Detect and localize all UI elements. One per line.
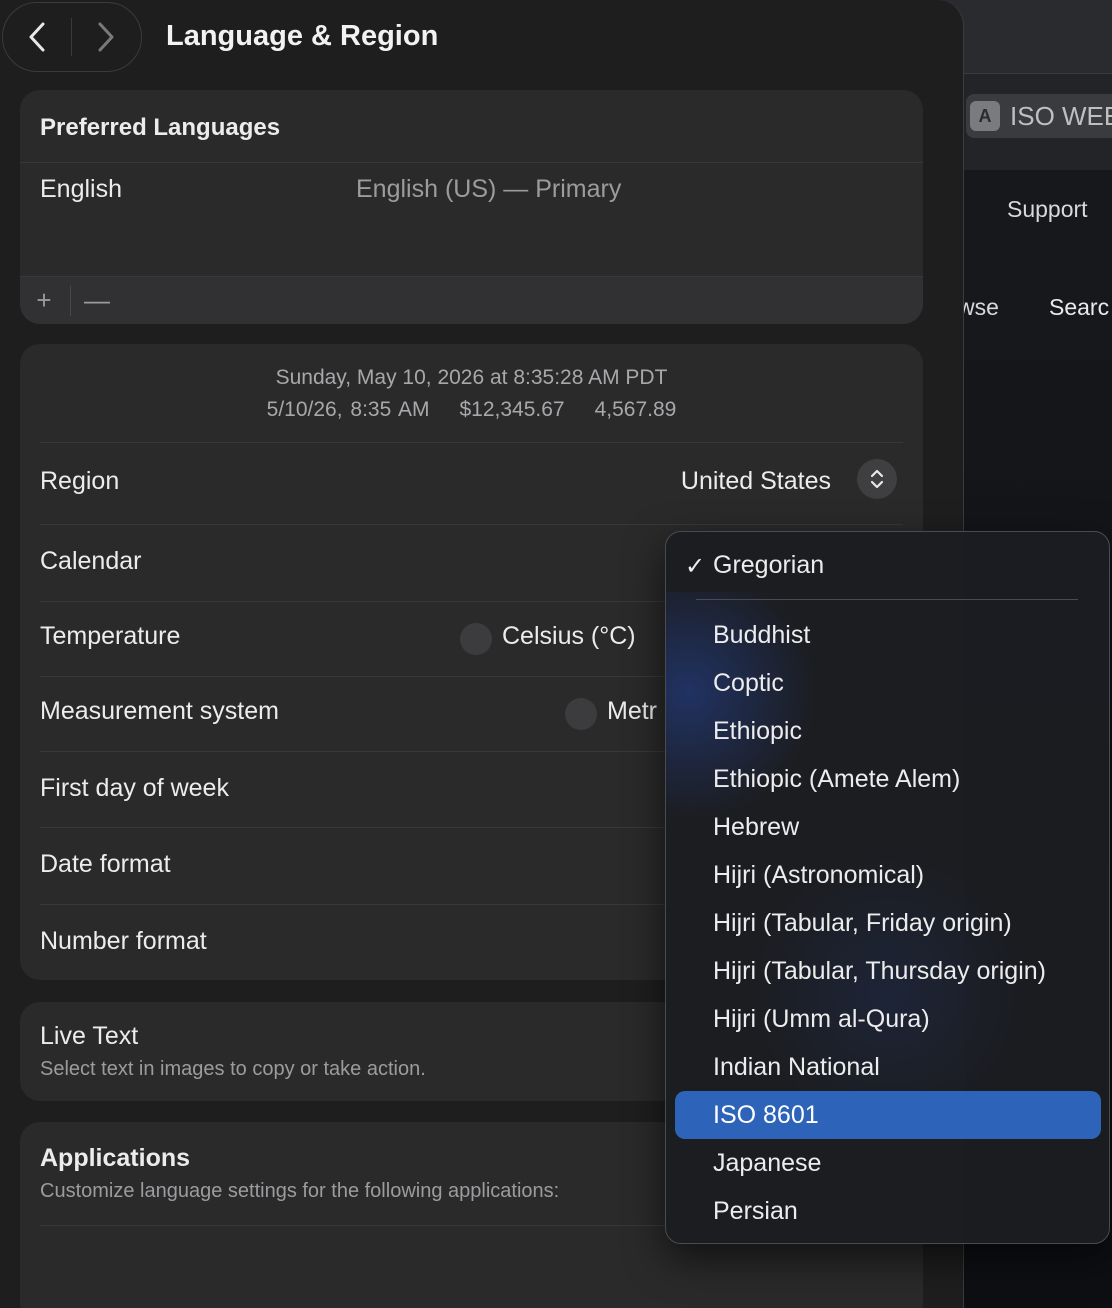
menu-item-persian[interactable]: Persian (675, 1187, 1101, 1235)
menu-item-hijri-umm-al-qura[interactable]: Hijri (Umm al-Qura) (675, 995, 1101, 1043)
menu-item-hijri-tabular-thursday[interactable]: Hijri (Tabular, Thursday origin) (675, 947, 1101, 995)
screen: A ISO WEE Support wse Searc Language & R… (0, 0, 1112, 1308)
menu-item-label: Hijri (Astronomical) (713, 860, 925, 889)
region-popup-button[interactable] (857, 459, 897, 499)
chevron-right-icon (98, 22, 114, 52)
celsius-radio-label[interactable]: Celsius (°C) (502, 622, 636, 651)
menu-item-ethiopic-amete-alem[interactable]: Ethiopic (Amete Alem) (675, 755, 1101, 803)
menu-item-label: Indian National (713, 1052, 880, 1081)
calendar-label: Calendar (40, 547, 142, 575)
menu-item-coptic[interactable]: Coptic (675, 659, 1101, 707)
first-day-label: First day of week (40, 774, 229, 802)
calendar-menu: ✓ Gregorian Buddhist Coptic Ethiopic Eth… (665, 531, 1110, 1244)
language-detail: English (US) — Primary (356, 175, 622, 203)
remove-language-button[interactable]: — (84, 285, 110, 315)
background-nav-browse[interactable]: wse (958, 294, 999, 321)
menu-item-hijri-astronomical[interactable]: Hijri (Astronomical) (675, 851, 1101, 899)
menu-item-label: Hebrew (713, 812, 800, 841)
menu-item-ethiopic[interactable]: Ethiopic (675, 707, 1101, 755)
background-search-field[interactable]: A ISO WEE (966, 94, 1112, 138)
menu-item-iso-8601[interactable]: ISO 8601 (675, 1091, 1101, 1139)
menu-item-indian-national[interactable]: Indian National (675, 1043, 1101, 1091)
temperature-label: Temperature (40, 622, 181, 650)
language-name: English (40, 175, 122, 203)
preview-number: 4,567.89 (594, 398, 677, 421)
menu-item-label: Hijri (Tabular, Friday origin) (713, 908, 1012, 937)
font-badge-icon: A (970, 101, 1000, 131)
menu-separator (696, 599, 1078, 600)
metric-radio-label[interactable]: Metr (607, 697, 657, 726)
menu-item-label: Gregorian (713, 550, 825, 579)
menu-item-gregorian[interactable]: ✓ Gregorian (675, 541, 1101, 589)
celsius-radio[interactable] (460, 623, 492, 655)
preview-date-short: 5/10/26, 8:35 AM (266, 398, 430, 421)
menu-item-label: Persian (713, 1196, 798, 1225)
menu-item-hijri-tabular-friday[interactable]: Hijri (Tabular, Friday origin) (675, 899, 1101, 947)
number-format-label: Number format (40, 927, 207, 955)
menu-item-buddhist[interactable]: Buddhist (675, 611, 1101, 659)
applications-subtitle: Customize language settings for the foll… (40, 1180, 560, 1202)
preview-date-long: Sunday, May 10, 2026 at 8:35:28 AM PDT (275, 366, 668, 389)
preferred-languages-card: Preferred Languages English English (US)… (20, 90, 923, 324)
language-list-item[interactable]: English English (US) — Primary (20, 163, 923, 277)
live-text-title: Live Text (40, 1022, 139, 1050)
region-value[interactable]: United States (681, 467, 831, 496)
menu-item-label: Buddhist (713, 620, 811, 649)
menu-item-label: ISO 8601 (713, 1100, 819, 1129)
applications-title: Applications (40, 1144, 191, 1172)
preview-currency: $12,345.67 (459, 398, 565, 421)
history-nav (2, 2, 142, 72)
preview-short-formats: 5/10/26, 8:35 AM $12,345.67 4,567.89 (40, 398, 903, 422)
chevron-left-icon (29, 22, 45, 52)
format-preview: Sunday, May 10, 2026 at 8:35:28 AM PDT 5… (40, 344, 903, 443)
live-text-subtitle: Select text in images to copy or take ac… (40, 1058, 426, 1080)
add-language-button[interactable]: + (32, 285, 56, 315)
controls-divider (70, 285, 71, 316)
background-nav-support[interactable]: Support (1007, 196, 1088, 223)
region-label: Region (40, 467, 120, 495)
checkmark-icon: ✓ (685, 553, 706, 580)
menu-item-label: Hijri (Umm al-Qura) (713, 1004, 930, 1033)
forward-button[interactable] (72, 3, 140, 71)
menu-item-label: Ethiopic (713, 716, 802, 745)
background-field-text: ISO WEE (1010, 100, 1112, 131)
date-format-label: Date format (40, 850, 171, 878)
menu-item-label: Ethiopic (Amete Alem) (713, 764, 961, 793)
chevron-up-down-icon (870, 469, 884, 489)
metric-radio[interactable] (565, 698, 597, 730)
region-row: Region United States (40, 443, 903, 525)
menu-item-japanese[interactable]: Japanese (675, 1139, 1101, 1187)
language-list-controls: + — (20, 277, 923, 324)
menu-item-label: Hijri (Tabular, Thursday origin) (713, 956, 1046, 985)
menu-item-hebrew[interactable]: Hebrew (675, 803, 1101, 851)
back-button[interactable] (3, 3, 71, 71)
preferred-languages-header: Preferred Languages (20, 90, 923, 163)
background-nav-search[interactable]: Searc (1049, 294, 1109, 321)
measurement-label: Measurement system (40, 697, 279, 725)
page-title: Language & Region (166, 20, 439, 52)
menu-item-label: Coptic (713, 668, 784, 697)
menu-item-label: Japanese (713, 1148, 822, 1177)
